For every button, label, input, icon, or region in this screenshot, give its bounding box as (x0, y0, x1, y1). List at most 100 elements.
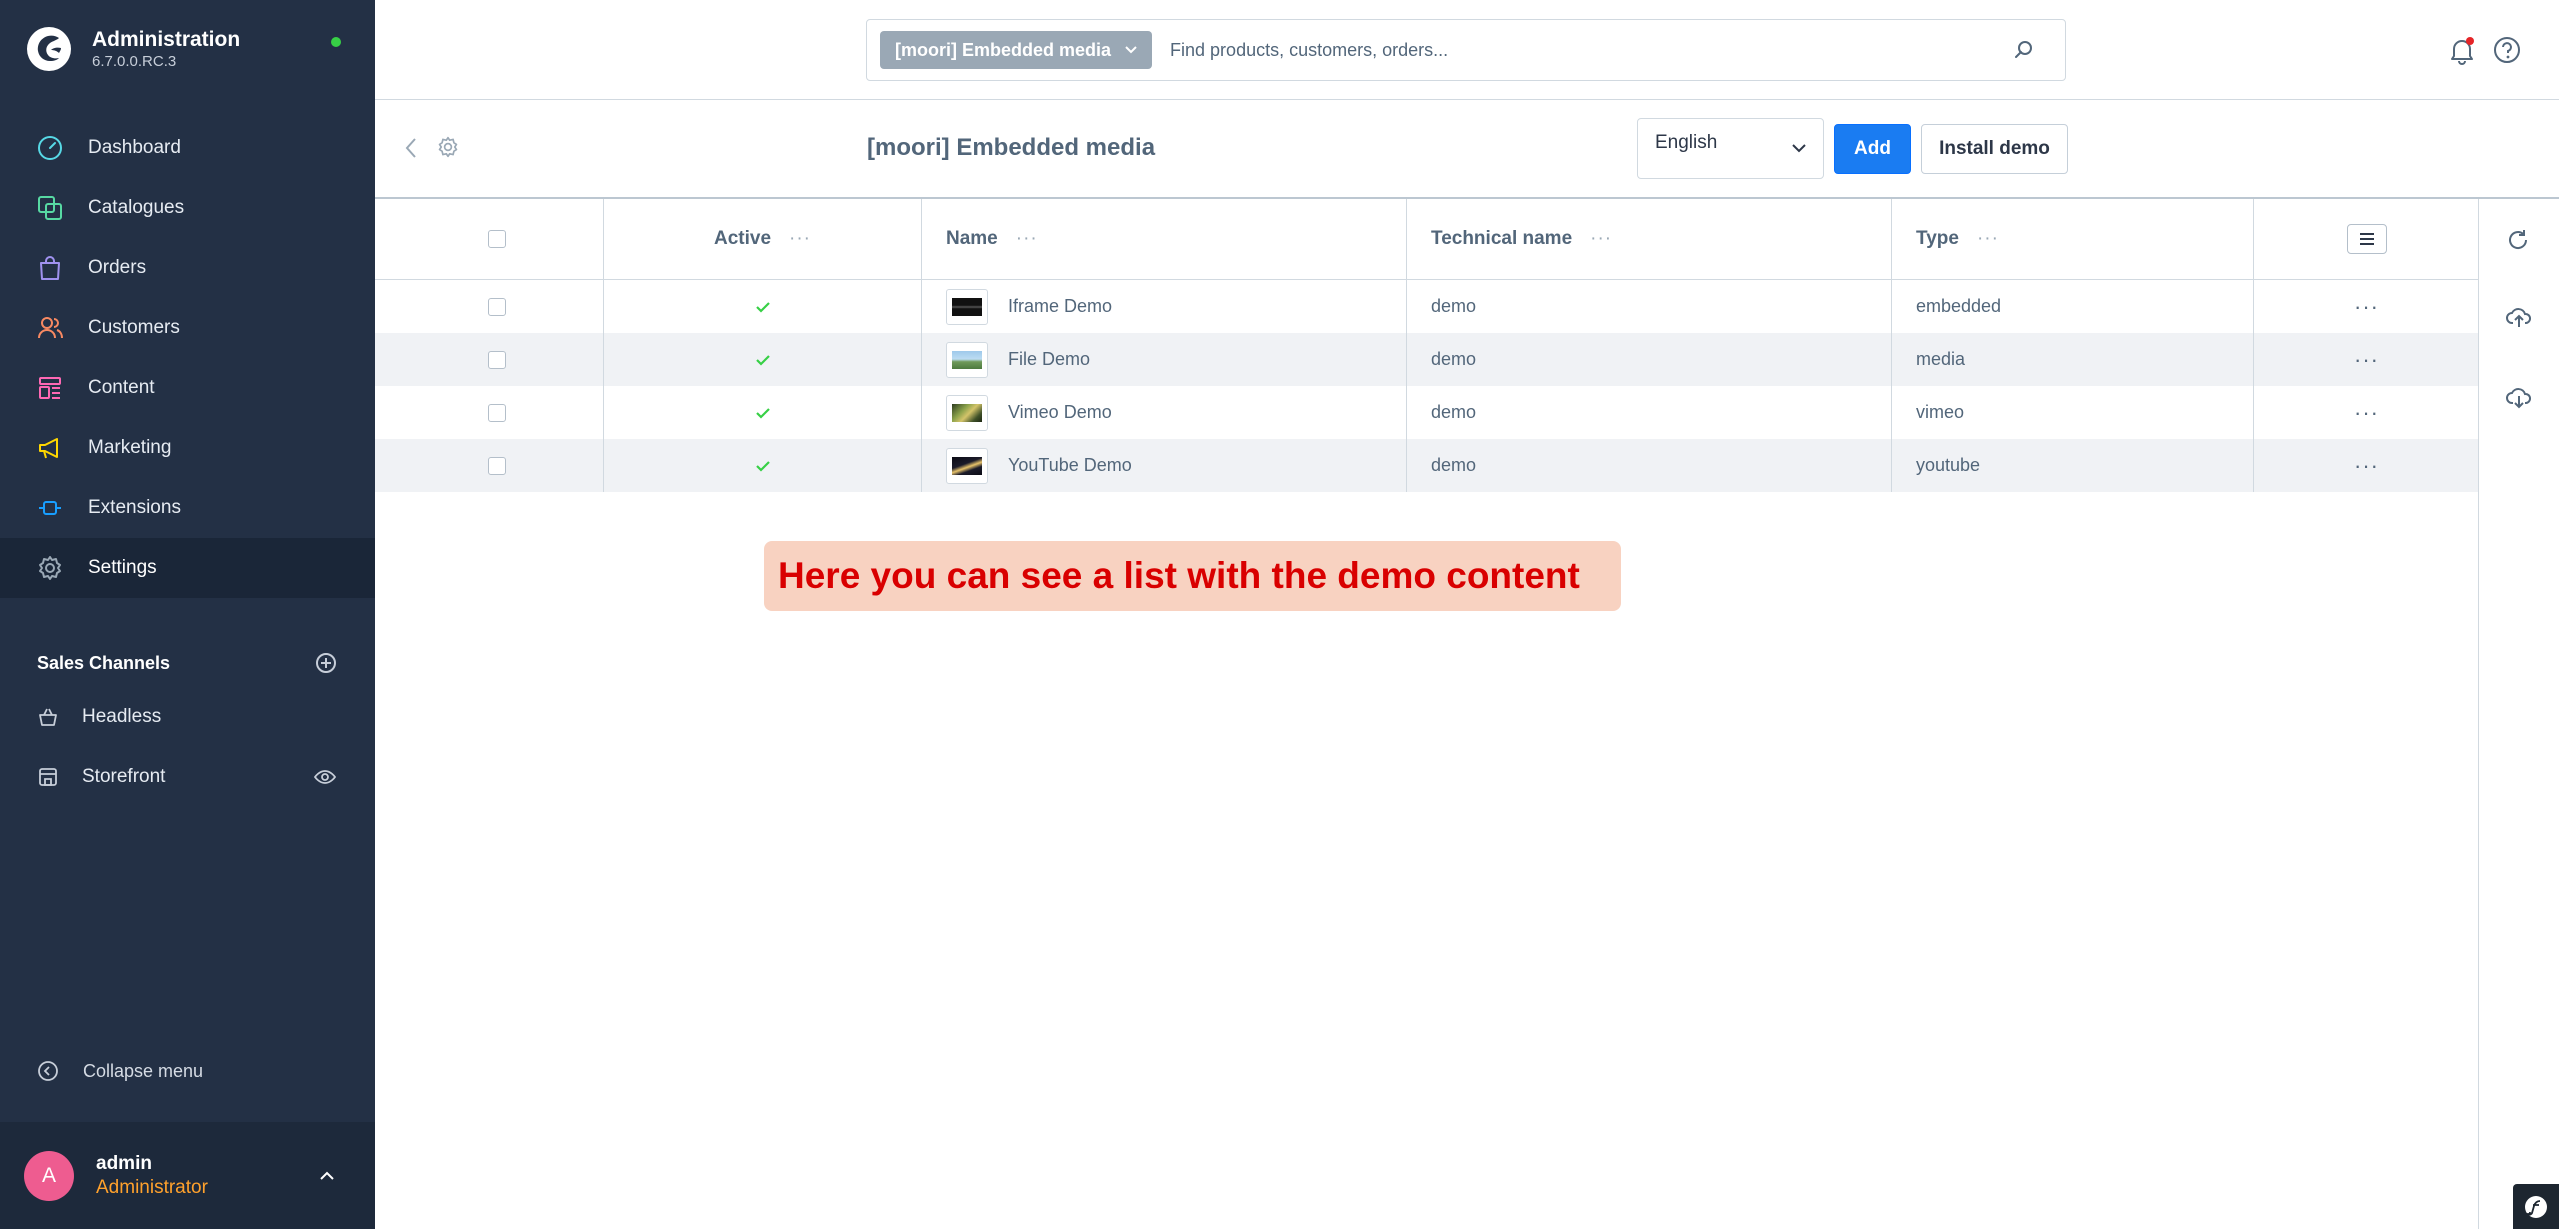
page-header: [moori] Embedded media English Add Insta… (375, 100, 2559, 199)
cloud-upload-icon[interactable] (2506, 305, 2532, 329)
add-button[interactable]: Add (1834, 124, 1911, 174)
sidebar-actions (2478, 199, 2559, 1229)
nav-item-settings[interactable]: Settings (0, 538, 375, 598)
table-row[interactable]: YouTube Demo demo youtube ··· (375, 439, 2479, 492)
cloud-download-icon[interactable] (2506, 385, 2532, 409)
avatar: A (24, 1150, 74, 1201)
sales-channels-title: Sales Channels (37, 652, 171, 673)
user-role: Administrator (96, 1176, 208, 1198)
column-header-technical-name[interactable]: Technical name ··· (1406, 199, 1891, 279)
add-circle-icon[interactable] (315, 652, 337, 674)
column-options-icon[interactable]: ··· (1590, 228, 1612, 250)
column-header-type[interactable]: Type ··· (1891, 199, 2253, 279)
sales-channel-label: Headless (82, 706, 162, 727)
page-title: [moori] Embedded media (867, 134, 1156, 161)
chevron-up-icon[interactable] (319, 1171, 335, 1181)
column-options-icon[interactable]: ··· (1016, 228, 1038, 250)
media-thumbnail (946, 341, 988, 378)
gear-icon[interactable] (437, 136, 459, 158)
row-name[interactable]: Vimeo Demo (1008, 402, 1112, 423)
nav-item-orders[interactable]: Orders (0, 238, 375, 298)
checkmark-icon (755, 354, 770, 366)
annotation-callout: Here you can see a list with the demo co… (764, 541, 1621, 611)
search-input[interactable] (1170, 30, 2013, 70)
row-name[interactable]: File Demo (1008, 349, 1090, 370)
nav-item-marketing[interactable]: Marketing (0, 418, 375, 478)
row-technical-name: demo (1406, 280, 1891, 333)
extensions-icon (36, 494, 64, 522)
marketing-icon (36, 434, 64, 462)
table-row[interactable]: Vimeo Demo demo vimeo ··· (375, 386, 2479, 439)
nav-item-extensions[interactable]: Extensions (0, 478, 375, 538)
eye-icon[interactable] (314, 769, 336, 785)
row-name[interactable]: Iframe Demo (1008, 296, 1112, 317)
row-type: youtube (1891, 439, 2253, 492)
column-label: Type (1916, 228, 1959, 249)
sidebar: Administration 6.7.0.0.RC.3 Dashboard Ca… (0, 0, 375, 1229)
column-header-name[interactable]: Name ··· (921, 199, 1406, 279)
row-actions-icon[interactable]: ··· (2354, 453, 2379, 479)
row-actions-icon[interactable]: ··· (2354, 400, 2379, 426)
row-checkbox[interactable] (488, 297, 506, 316)
symfony-toolbar-icon[interactable] (2513, 1184, 2559, 1229)
row-checkbox[interactable] (488, 403, 506, 422)
nav-item-content[interactable]: Content (0, 358, 375, 418)
brand: Administration 6.7.0.0.RC.3 (26, 26, 240, 72)
nav-item-customers[interactable]: Customers (0, 298, 375, 358)
dashboard-icon (36, 134, 64, 162)
column-header-active[interactable]: Active ··· (603, 199, 921, 279)
sales-channel-headless[interactable]: Headless (37, 697, 342, 737)
column-options-icon[interactable]: ··· (1977, 228, 1999, 250)
table-row[interactable]: Iframe Demo demo embedded ··· (375, 280, 2479, 333)
shopware-logo-icon (27, 27, 71, 71)
sales-channel-storefront[interactable]: Storefront (37, 757, 342, 797)
language-select[interactable]: English (1637, 118, 1824, 179)
nav-item-catalogues[interactable]: Catalogues (0, 178, 375, 238)
column-label: Technical name (1431, 228, 1573, 249)
back-arrow-icon[interactable] (403, 136, 419, 160)
help-icon[interactable] (2493, 36, 2521, 64)
select-all-checkbox[interactable] (488, 230, 506, 248)
row-name[interactable]: YouTube Demo (1008, 455, 1132, 476)
nav-item-label: Catalogues (88, 197, 185, 218)
online-status-dot (331, 37, 341, 47)
customers-icon (36, 314, 64, 342)
settings-icon (36, 554, 64, 582)
install-demo-button[interactable]: Install demo (1921, 124, 2068, 174)
nav-item-dashboard[interactable]: Dashboard (0, 118, 375, 178)
data-grid: Active ··· Name ··· Technical name ··· Type… (375, 199, 2479, 492)
user-menu[interactable]: A admin Administrator (0, 1122, 375, 1229)
nav-item-label: Settings (88, 557, 157, 578)
row-type: media (1891, 333, 2253, 386)
nav-item-label: Dashboard (88, 137, 181, 158)
search-type-select[interactable]: [moori] Embedded media (880, 31, 1153, 69)
row-checkbox[interactable] (488, 456, 506, 475)
column-label: Active (713, 228, 772, 249)
chevron-down-icon (1125, 46, 1137, 54)
catalogue-icon (36, 194, 64, 222)
search-icon[interactable] (2013, 39, 2035, 61)
refresh-icon[interactable] (2506, 228, 2530, 252)
column-options-icon[interactable]: ··· (789, 228, 811, 250)
search-type-label: [moori] Embedded media (895, 39, 1112, 60)
table-header: Active ··· Name ··· Technical name ··· Type… (375, 199, 2479, 280)
checkmark-icon (755, 460, 770, 472)
collapse-menu-button[interactable]: Collapse menu (37, 1060, 203, 1082)
orders-icon (36, 254, 64, 282)
row-checkbox[interactable] (488, 350, 506, 369)
row-actions-icon[interactable]: ··· (2354, 294, 2379, 320)
table-row[interactable]: File Demo demo media ··· (375, 333, 2479, 386)
column-label: Name (946, 228, 998, 249)
row-type: embedded (1891, 280, 2253, 333)
row-technical-name: demo (1406, 333, 1891, 386)
collapse-icon (38, 1061, 58, 1081)
language-value: English (1655, 131, 1718, 153)
sales-channel-label: Storefront (82, 766, 166, 787)
row-technical-name: demo (1406, 439, 1891, 492)
row-actions-icon[interactable]: ··· (2354, 347, 2379, 373)
notification-bell-icon[interactable] (2448, 36, 2476, 66)
chevron-down-icon (1792, 144, 1806, 153)
grid-settings-button[interactable] (2346, 224, 2387, 254)
global-search: [moori] Embedded media (866, 19, 2066, 81)
nav-item-label: Marketing (88, 437, 172, 458)
